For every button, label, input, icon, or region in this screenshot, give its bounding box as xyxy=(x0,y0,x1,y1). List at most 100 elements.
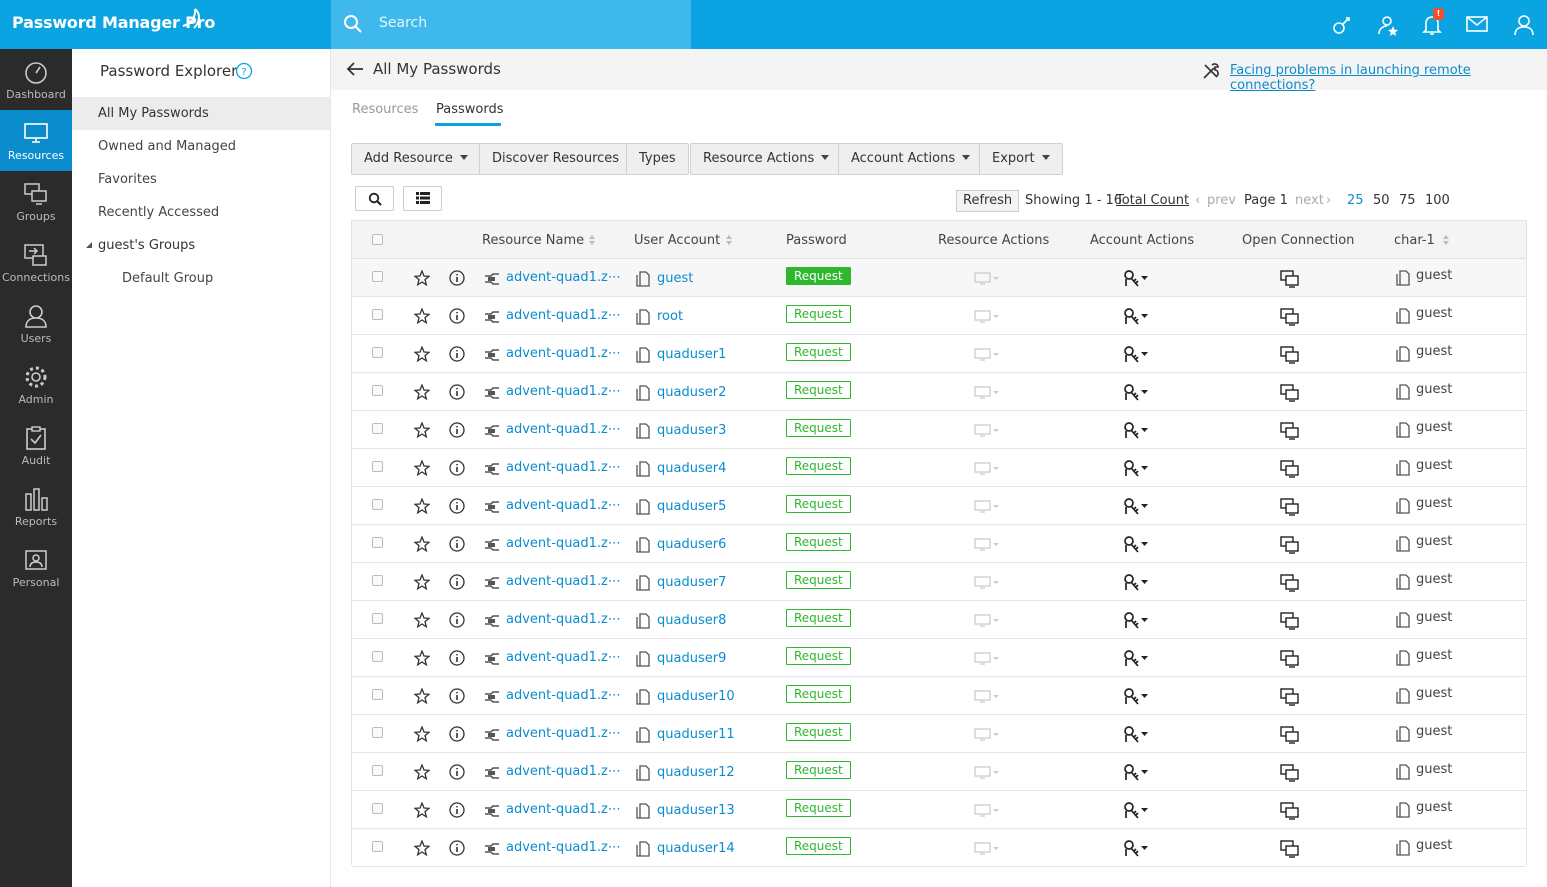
table-row[interactable]: advent-quad1.z⋯ root Request guest xyxy=(352,297,1526,335)
rail-item-personal[interactable]: Personal xyxy=(0,537,72,598)
request-password-button[interactable]: Request xyxy=(786,533,851,551)
request-password-button[interactable]: Request xyxy=(786,685,851,703)
account-actions-key-icon[interactable] xyxy=(1123,687,1151,705)
request-password-button[interactable]: Request xyxy=(786,609,851,627)
favorite-star-icon[interactable] xyxy=(414,764,430,780)
col-user-account[interactable]: User Account xyxy=(634,233,720,248)
info-icon[interactable] xyxy=(449,308,465,324)
favorite-star-icon[interactable] xyxy=(414,270,430,286)
resource-actions-monitor-icon[interactable] xyxy=(974,575,1002,589)
total-count-link[interactable]: Total Count xyxy=(1116,193,1189,208)
select-all-checkbox[interactable] xyxy=(372,234,383,245)
row-checkbox[interactable] xyxy=(372,727,383,738)
open-connection-icon[interactable] xyxy=(1280,764,1300,782)
types-button[interactable]: Types xyxy=(626,143,689,175)
table-row[interactable]: advent-quad1.z⋯ quaduser7 Request guest xyxy=(352,563,1526,601)
account-actions-key-icon[interactable] xyxy=(1123,649,1151,667)
open-connection-icon[interactable] xyxy=(1280,460,1300,478)
resource-name-link[interactable]: advent-quad1.z⋯ xyxy=(506,270,621,285)
explorer-item-default-group[interactable]: Default Group xyxy=(72,262,330,295)
user-account-link[interactable]: guest xyxy=(657,271,693,286)
favorite-star-icon[interactable] xyxy=(414,574,430,590)
account-actions-key-icon[interactable] xyxy=(1123,611,1151,629)
info-icon[interactable] xyxy=(449,384,465,400)
rail-item-audit[interactable]: Audit xyxy=(0,415,72,476)
refresh-button[interactable]: Refresh xyxy=(956,190,1020,212)
user-account-link[interactable]: quaduser5 xyxy=(657,499,726,514)
prev-chevron-icon[interactable]: ‹ xyxy=(1195,193,1200,208)
next-page-link[interactable]: next xyxy=(1295,193,1324,208)
resource-name-link[interactable]: advent-quad1.z⋯ xyxy=(506,764,621,779)
user-account-link[interactable]: quaduser10 xyxy=(657,689,735,704)
row-checkbox[interactable] xyxy=(372,461,383,472)
table-row[interactable]: advent-quad1.z⋯ quaduser8 Request guest xyxy=(352,601,1526,639)
favorite-star-icon[interactable] xyxy=(414,460,430,476)
col-char-1[interactable]: char-1 xyxy=(1394,233,1435,248)
user-account-link[interactable]: quaduser9 xyxy=(657,651,726,666)
discover-resources-button[interactable]: Discover Resources xyxy=(479,143,633,175)
info-icon[interactable] xyxy=(449,840,465,856)
info-icon[interactable] xyxy=(449,346,465,362)
account-actions-key-icon[interactable] xyxy=(1123,725,1151,743)
resource-name-link[interactable]: advent-quad1.z⋯ xyxy=(506,840,621,855)
request-password-button[interactable]: Request xyxy=(786,723,851,741)
favorite-star-icon[interactable] xyxy=(414,422,430,438)
table-row[interactable]: advent-quad1.z⋯ quaduser10 Request guest xyxy=(352,677,1526,715)
table-row[interactable]: advent-quad1.z⋯ quaduser5 Request guest xyxy=(352,487,1526,525)
request-password-button[interactable]: Request xyxy=(786,305,851,323)
request-password-button[interactable]: Request xyxy=(786,647,851,665)
rail-item-groups[interactable]: Groups xyxy=(0,171,72,232)
resource-actions-monitor-icon[interactable] xyxy=(974,499,1002,513)
open-connection-icon[interactable] xyxy=(1280,422,1300,440)
open-connection-icon[interactable] xyxy=(1280,726,1300,744)
user-account-link[interactable]: quaduser7 xyxy=(657,575,726,590)
user-account-link[interactable]: quaduser6 xyxy=(657,537,726,552)
resource-actions-monitor-icon[interactable] xyxy=(974,461,1002,475)
account-actions-key-icon[interactable] xyxy=(1123,459,1151,477)
resource-name-link[interactable]: advent-quad1.z⋯ xyxy=(506,422,621,437)
row-checkbox[interactable] xyxy=(372,385,383,396)
request-password-button[interactable]: Request xyxy=(786,343,851,361)
info-icon[interactable] xyxy=(449,726,465,742)
column-chooser-button[interactable] xyxy=(403,186,442,211)
table-row[interactable]: advent-quad1.z⋯ guest Request guest xyxy=(352,259,1526,297)
help-icon[interactable]: ? xyxy=(235,62,253,80)
open-connection-icon[interactable] xyxy=(1280,574,1300,592)
page-size-75[interactable]: 75 xyxy=(1399,193,1416,208)
resource-actions-monitor-icon[interactable] xyxy=(974,271,1002,285)
row-checkbox[interactable] xyxy=(372,575,383,586)
page-size-100[interactable]: 100 xyxy=(1425,193,1450,208)
user-account-link[interactable]: quaduser1 xyxy=(657,347,726,362)
user-account-link[interactable]: quaduser4 xyxy=(657,461,726,476)
page-size-50[interactable]: 50 xyxy=(1373,193,1390,208)
info-icon[interactable] xyxy=(449,460,465,476)
info-icon[interactable] xyxy=(449,650,465,666)
resource-actions-monitor-icon[interactable] xyxy=(974,651,1002,665)
open-connection-icon[interactable] xyxy=(1280,688,1300,706)
request-password-button[interactable]: Request xyxy=(786,419,851,437)
resource-name-link[interactable]: advent-quad1.z⋯ xyxy=(506,726,621,741)
user-profile-icon[interactable] xyxy=(1513,13,1535,37)
resource-name-link[interactable]: advent-quad1.z⋯ xyxy=(506,688,621,703)
row-checkbox[interactable] xyxy=(372,271,383,282)
table-row[interactable]: advent-quad1.z⋯ quaduser2 Request guest xyxy=(352,373,1526,411)
col-resource-name[interactable]: Resource Name xyxy=(482,233,584,248)
user-star-icon[interactable] xyxy=(1376,13,1400,37)
account-actions-key-icon[interactable] xyxy=(1123,497,1151,515)
search-input[interactable]: Search xyxy=(379,15,427,31)
rail-item-reports[interactable]: Reports xyxy=(0,476,72,537)
resource-name-link[interactable]: advent-quad1.z⋯ xyxy=(506,346,621,361)
account-actions-key-icon[interactable] xyxy=(1123,535,1151,553)
next-chevron-icon[interactable]: › xyxy=(1326,193,1331,208)
favorite-star-icon[interactable] xyxy=(414,726,430,742)
user-account-link[interactable]: root xyxy=(657,309,683,324)
favorite-star-icon[interactable] xyxy=(414,346,430,362)
sort-icon[interactable] xyxy=(725,234,733,246)
resource-actions-monitor-icon[interactable] xyxy=(974,613,1002,627)
table-row[interactable]: advent-quad1.z⋯ quaduser4 Request guest xyxy=(352,449,1526,487)
back-arrow-icon[interactable] xyxy=(345,60,365,78)
account-actions-key-icon[interactable] xyxy=(1123,383,1151,401)
resource-name-link[interactable]: advent-quad1.z⋯ xyxy=(506,308,621,323)
open-connection-icon[interactable] xyxy=(1280,536,1300,554)
info-icon[interactable] xyxy=(449,612,465,628)
